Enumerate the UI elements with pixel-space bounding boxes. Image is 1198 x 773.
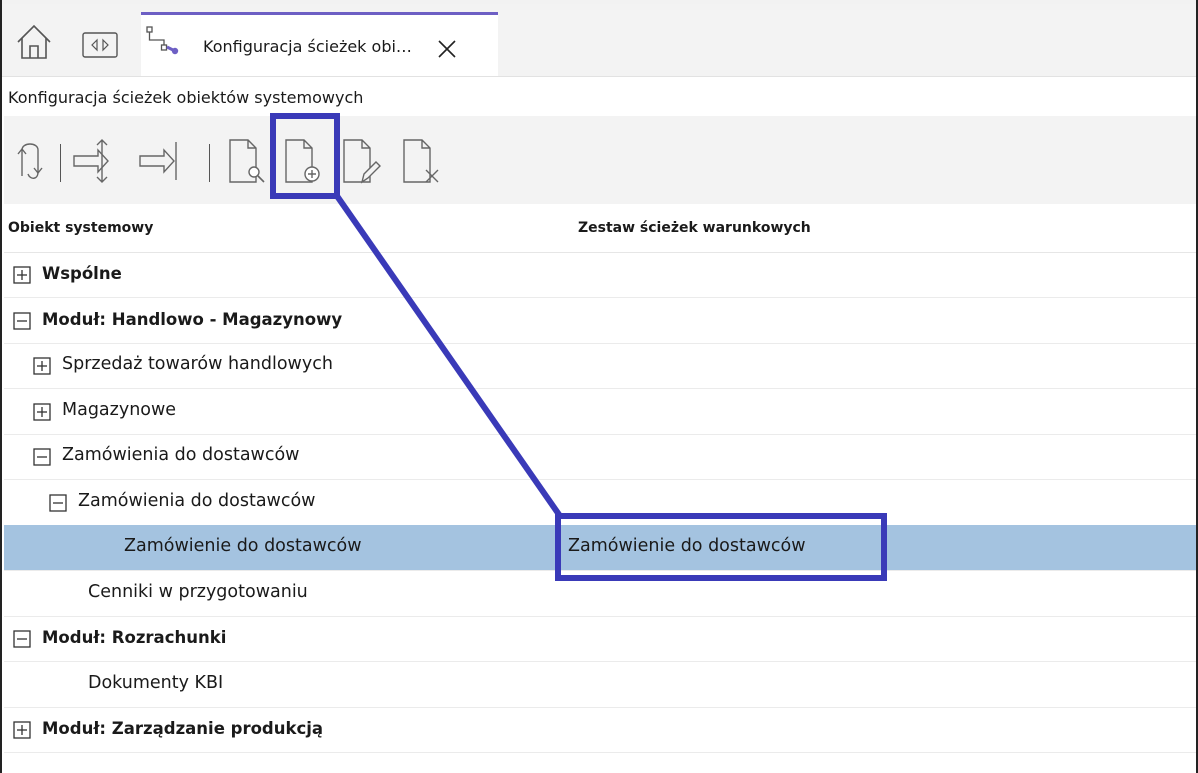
tree-row-label: Moduł: Handlowo - Magazynowy: [42, 309, 343, 329]
tree-row-label: Dokumenty KBI: [88, 672, 224, 693]
expand-plus-icon[interactable]: [13, 266, 31, 284]
toolbar: [4, 116, 1196, 204]
toolbar-separator: [209, 144, 210, 182]
document-add-icon[interactable]: [282, 136, 326, 186]
tree-row[interactable]: Magazynowe: [4, 389, 1198, 435]
collapse-minus-icon[interactable]: [49, 493, 67, 512]
grid-header: Obiekt systemowy Zestaw ścieżek warunkow…: [4, 204, 1198, 253]
frame-border-left: [0, 0, 2, 773]
expand-collapse-horizontal-icon[interactable]: [138, 136, 182, 186]
system-objects-grid: Obiekt systemowy Zestaw ścieżek warunkow…: [4, 204, 1198, 773]
document-delete-icon[interactable]: [400, 136, 442, 186]
collapse-minus-icon[interactable]: [13, 630, 31, 648]
column-header-path-set[interactable]: Zestaw ścieżek warunkowych: [578, 220, 811, 236]
tree-row-label: Moduł: Zarządzanie produkcją: [42, 719, 324, 738]
app-window: Konfiguracja ścieżek obi… Konfiguracja ś…: [0, 0, 1198, 773]
refresh-icon[interactable]: [14, 136, 46, 186]
tree-row-label: Cenniki w przygotowaniu: [88, 581, 308, 602]
document-preview-icon[interactable]: [226, 136, 268, 186]
tab-navigation-button[interactable]: [82, 32, 118, 58]
tree-row-label: Moduł: Rozrachunki: [42, 628, 227, 647]
expand-collapse-vertical-icon[interactable]: [72, 136, 116, 186]
tree-row[interactable]: Dokumenty KBI: [4, 662, 1198, 708]
tree-row[interactable]: Moduł: Rozrachunki: [4, 616, 1198, 662]
tree-row-label: Zamówienia do dostawców: [62, 445, 300, 465]
path-set-value: Zamówienie do dostawców: [568, 536, 806, 556]
window-title: Konfiguracja ścieżek obiektów systemowyc…: [8, 88, 364, 107]
tree-row[interactable]: Moduł: Handlowo - Magazynowy: [4, 298, 1198, 344]
expand-plus-icon[interactable]: [33, 402, 51, 421]
toolbar-separator: [60, 144, 61, 182]
tab-label: Konfiguracja ścieżek obi…: [203, 37, 412, 56]
tree-row[interactable]: Cenniki w przygotowaniu: [4, 571, 1198, 617]
close-icon[interactable]: [435, 37, 459, 61]
tree-row[interactable]: Zamówienie do dostawców Zamówienie do dos…: [4, 525, 1198, 571]
tree-row[interactable]: Zamówienia do dostawców: [4, 480, 1198, 526]
home-icon: [17, 24, 51, 59]
tree-row-label: Wspólne: [42, 264, 122, 283]
tree-row[interactable]: Moduł: Zarządzanie produkcją: [4, 707, 1198, 753]
tab-konfiguracja[interactable]: Konfiguracja ścieżek obi…: [141, 12, 498, 76]
collapse-minus-icon[interactable]: [33, 448, 51, 466]
document-edit-icon[interactable]: [340, 136, 382, 186]
tree-row[interactable]: Sprzedaż towarów handlowych: [4, 343, 1198, 389]
tree-row[interactable]: Zamówienia do dostawców: [4, 434, 1198, 480]
collapse-minus-icon[interactable]: [13, 311, 31, 330]
navigate-arrows-icon: [82, 32, 118, 58]
tree-row-label: Magazynowe: [62, 399, 177, 420]
path-config-icon: [146, 26, 179, 55]
expand-plus-icon[interactable]: [33, 357, 51, 375]
tree-row-label: Zamówienie do dostawców: [124, 536, 362, 556]
tree-row[interactable]: Wspólne: [4, 252, 1198, 298]
tree-row-label: Sprzedaż towarów handlowych: [62, 354, 333, 374]
tree-row-label: Zamówienia do dostawców: [78, 490, 316, 511]
tab-bar: Konfiguracja ścieżek obi…: [0, 4, 1198, 77]
column-header-system-object[interactable]: Obiekt systemowy: [8, 220, 153, 236]
expand-plus-icon[interactable]: [13, 721, 31, 739]
home-button[interactable]: [14, 22, 54, 62]
